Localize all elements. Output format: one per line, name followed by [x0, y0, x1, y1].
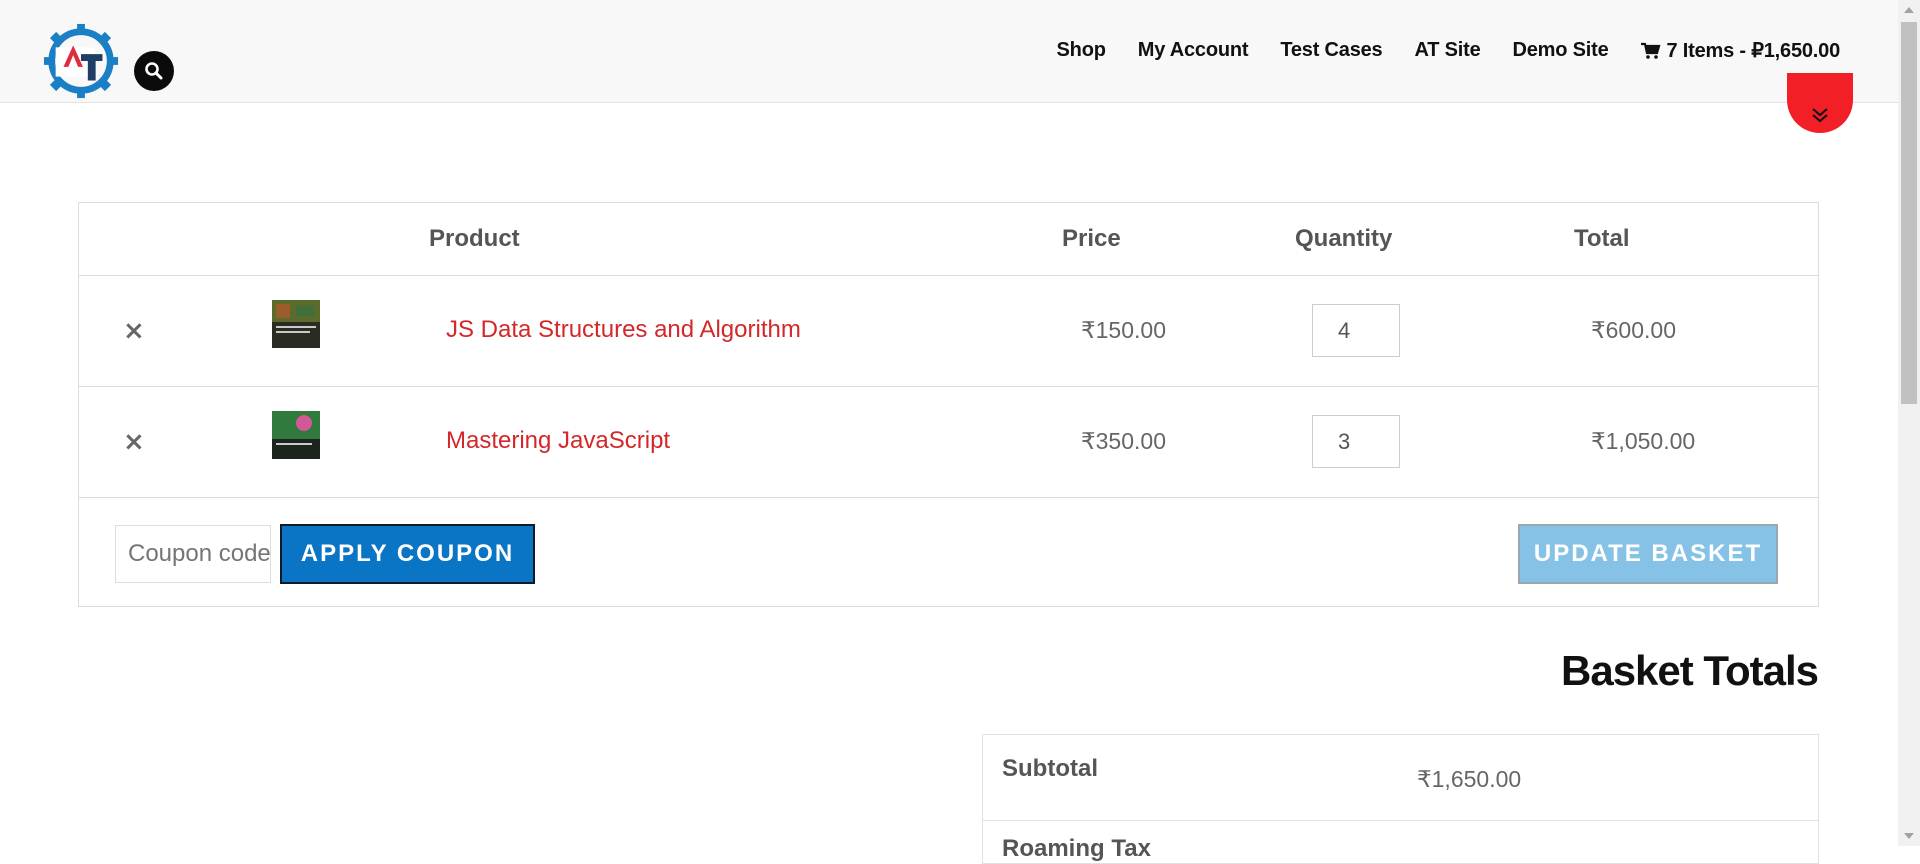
roaming-tax-label: Roaming Tax	[1002, 835, 1151, 862]
nav-shop[interactable]: Shop	[1057, 39, 1106, 62]
scroll-up-arrow[interactable]	[1904, 7, 1914, 13]
column-header-total: Total	[1574, 225, 1630, 252]
product-link[interactable]: JS Data Structures and Algorithm	[446, 316, 801, 344]
update-basket-button[interactable]: UPDATE BASKET	[1518, 524, 1778, 584]
cart-summary: 7 Items - ₽1,650.00	[1666, 40, 1841, 62]
product-price: ₹150.00	[1081, 317, 1166, 343]
nav-test-cases[interactable]: Test Cases	[1280, 39, 1382, 62]
scroll-down-button[interactable]	[1787, 73, 1853, 133]
subtotal-row: Subtotal ₹1,650.00	[983, 735, 1818, 821]
quantity-input[interactable]	[1312, 304, 1400, 357]
chevron-double-down-icon	[1812, 108, 1828, 123]
coupon-code-input[interactable]	[115, 525, 271, 583]
nav-at-site[interactable]: AT Site	[1414, 39, 1480, 62]
site-header: Shop My Account Test Cases AT Site Demo …	[0, 0, 1898, 103]
cart-row: × Mastering JavaScript ₹350.00 ₹1,050.00	[79, 387, 1818, 498]
product-thumbnail[interactable]	[272, 300, 320, 348]
scroll-thumb[interactable]	[1901, 22, 1917, 404]
column-header-price: Price	[1062, 225, 1121, 252]
cart-table: Product Price Quantity Total × JS Data S…	[78, 202, 1819, 607]
search-icon	[145, 62, 163, 80]
subtotal-label: Subtotal	[1002, 755, 1098, 782]
page-scrollbar[interactable]	[1898, 0, 1920, 846]
apply-coupon-button[interactable]: APPLY COUPON	[280, 524, 535, 584]
column-header-product: Product	[429, 225, 520, 252]
main-nav: Shop My Account Test Cases AT Site Demo …	[1057, 38, 1841, 63]
site-logo[interactable]	[42, 22, 120, 100]
subtotal-value: ₹1,650.00	[1417, 766, 1522, 792]
nav-cart[interactable]: 7 Items - ₽1,650.00	[1640, 38, 1841, 63]
scroll-down-arrow[interactable]	[1904, 833, 1914, 839]
column-header-quantity: Quantity	[1295, 225, 1393, 252]
search-button[interactable]	[134, 51, 174, 91]
quantity-input[interactable]	[1312, 415, 1400, 468]
product-link[interactable]: Mastering JavaScript	[446, 427, 670, 455]
cart-table-header: Product Price Quantity Total	[79, 203, 1818, 276]
cart-actions: APPLY COUPON UPDATE BASKET	[79, 498, 1818, 606]
basket-totals-table: Subtotal ₹1,650.00 Roaming Tax	[982, 734, 1819, 864]
basket-totals-title: Basket Totals	[1561, 647, 1819, 694]
cart-row: × JS Data Structures and Algorithm ₹150.…	[79, 276, 1818, 387]
remove-item-button[interactable]: ×	[123, 427, 145, 457]
nav-my-account[interactable]: My Account	[1138, 39, 1249, 62]
remove-item-button[interactable]: ×	[123, 316, 145, 346]
line-total: ₹1,050.00	[1591, 428, 1696, 454]
cart-icon	[1640, 42, 1660, 59]
product-price: ₹350.00	[1081, 428, 1166, 454]
line-total: ₹600.00	[1591, 317, 1676, 343]
nav-demo-site[interactable]: Demo Site	[1513, 39, 1609, 62]
product-thumbnail[interactable]	[272, 411, 320, 459]
